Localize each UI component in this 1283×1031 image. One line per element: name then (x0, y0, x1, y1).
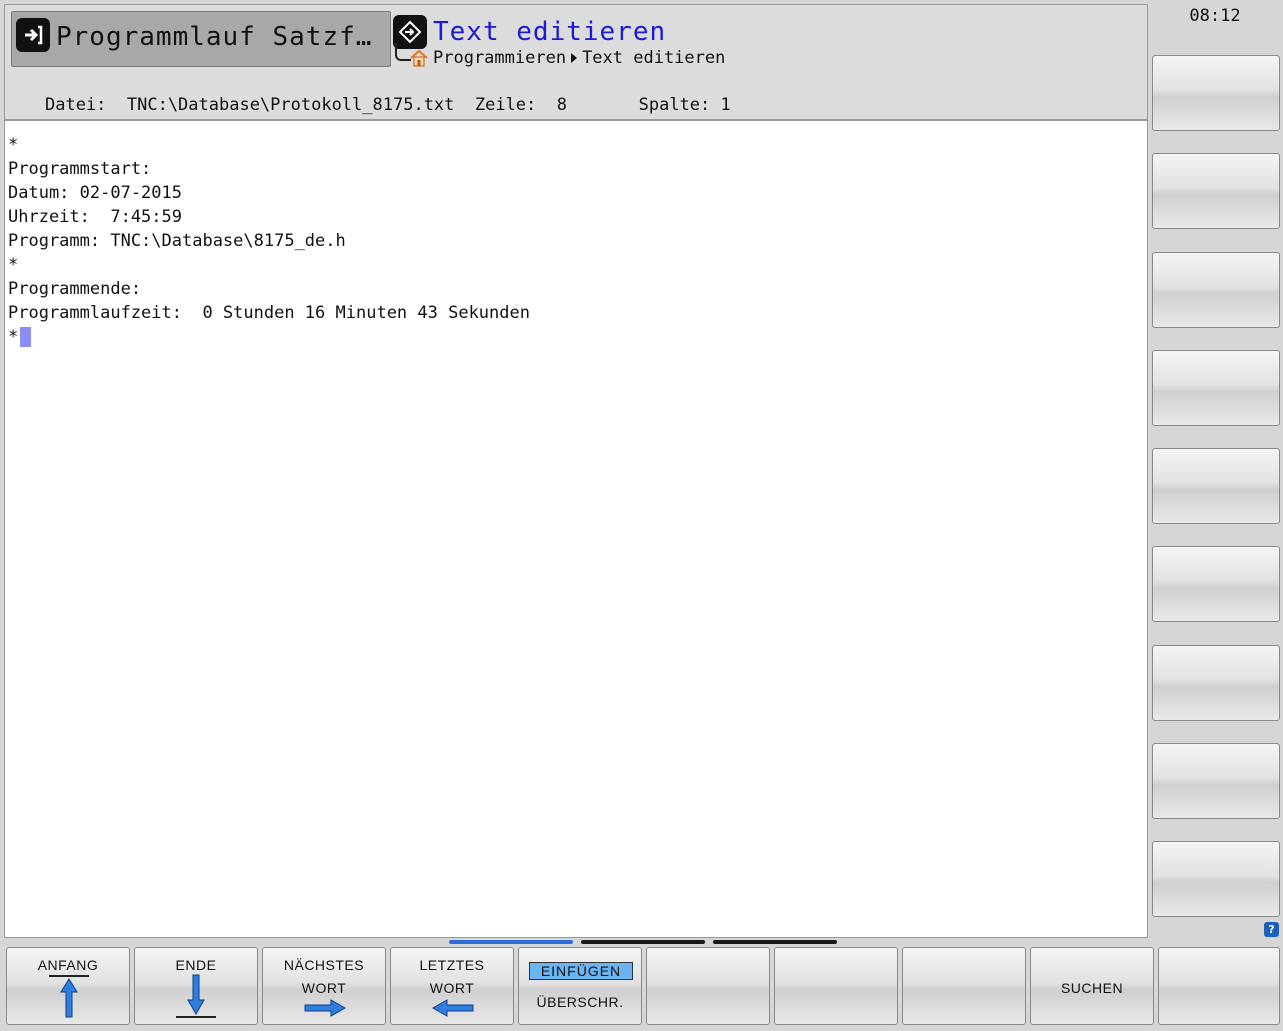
inactive-mode-tab[interactable]: Programmlauf Satzf… (11, 11, 391, 67)
editor-line[interactable]: * (8, 253, 530, 277)
softkey-empty-7[interactable] (774, 947, 898, 1025)
softkey-empty-10[interactable] (1158, 947, 1280, 1025)
arrow-right-icon (304, 999, 347, 1017)
breadcrumb-item-text-editieren: Text editieren (582, 48, 726, 68)
softkey-suchen[interactable]: SUCHEN (1030, 947, 1154, 1025)
vertical-softkey-9[interactable] (1152, 841, 1280, 917)
arrow-down-to-end-icon (176, 974, 216, 1018)
softkey-empty-6[interactable] (646, 947, 770, 1025)
clock: 08:12 (1189, 6, 1241, 26)
breadcrumb: Programmieren Text editieren (395, 43, 726, 69)
softkey-anfang[interactable]: ANFANG (6, 947, 130, 1025)
softkey-naechstes-label-2: WORT (301, 980, 347, 996)
vertical-softkey-7[interactable] (1152, 645, 1280, 721)
vertical-softkey-2[interactable] (1152, 153, 1280, 229)
breadcrumb-separator-icon (571, 53, 578, 63)
softkey-letztes-wort[interactable]: LETZTES WORT (390, 947, 514, 1025)
vertical-softkey-6[interactable] (1152, 546, 1280, 622)
vertical-softkey-3[interactable] (1152, 252, 1280, 328)
softkey-row-indicator-1[interactable] (449, 940, 573, 944)
vertical-softkey-8[interactable] (1152, 743, 1280, 819)
editor-line[interactable]: Uhrzeit: 7:45:59 (8, 205, 530, 229)
toggle-ueberschr: ÜBERSCHR. (536, 994, 624, 1010)
editor-line[interactable]: Programmstart: (8, 157, 530, 181)
text-editor[interactable]: * Programmstart: Datum: 02-07-2015 Uhrze… (4, 120, 1148, 938)
breadcrumb-connector (395, 43, 411, 61)
vertical-softkey-5[interactable] (1152, 448, 1280, 524)
softkey-empty-8[interactable] (902, 947, 1026, 1025)
header-bar: Programmlauf Satzf… Text editieren Progr… (4, 4, 1148, 120)
softkey-row-indicator-2[interactable] (581, 940, 705, 944)
softkey-letztes-label-2: WORT (429, 980, 475, 996)
program-run-icon (16, 18, 50, 52)
arrow-left-icon (431, 999, 474, 1017)
active-mode-title: Text editieren (433, 17, 667, 47)
softkey-letztes-label-1: LETZTES (419, 957, 485, 973)
arrow-up-to-start-icon (49, 975, 89, 1018)
softkey-ende-label: ENDE (175, 957, 217, 973)
editor-line[interactable]: * (8, 133, 530, 157)
editor-line[interactable]: Datum: 02-07-2015 (8, 181, 530, 205)
home-icon (410, 49, 428, 67)
inactive-mode-label: Programmlauf Satzf… (56, 22, 373, 52)
softkey-naechstes-wort[interactable]: NÄCHSTES WORT (262, 947, 386, 1025)
editor-line[interactable]: Programm: TNC:\Database\8175_de.h (8, 229, 530, 253)
editor-line[interactable]: Programmlaufzeit: 0 Stunden 16 Minuten 4… (8, 301, 530, 325)
text-cursor (20, 327, 32, 347)
breadcrumb-item-programmieren[interactable]: Programmieren (433, 48, 566, 68)
file-status-line: Datei: TNC:\Database\Protokoll_8175.txt … (45, 95, 731, 115)
softkey-row-indicator-3[interactable] (713, 940, 837, 944)
tnc-screen: Programmlauf Satzf… Text editieren Progr… (0, 0, 1283, 1031)
softkey-anfang-label: ANFANG (37, 957, 99, 973)
help-icon[interactable]: ? (1264, 922, 1279, 937)
softkey-naechstes-label-1: NÄCHSTES (283, 957, 365, 973)
editor-line[interactable]: * (8, 325, 530, 349)
vertical-softkey-4[interactable] (1152, 350, 1280, 426)
editor-lines: * Programmstart: Datum: 02-07-2015 Uhrze… (8, 133, 530, 349)
vertical-softkey-1[interactable] (1152, 55, 1280, 131)
softkey-ende[interactable]: ENDE (134, 947, 258, 1025)
active-mode-tab: Text editieren Programmieren Text editie… (393, 13, 1153, 69)
toggle-einfuegen-active: EINFÜGEN (529, 962, 633, 980)
softkey-suchen-label: SUCHEN (1060, 980, 1124, 996)
editor-line[interactable]: Programmende: (8, 277, 530, 301)
softkey-einfuegen-ueberschr[interactable]: EINFÜGEN ÜBERSCHR. (518, 947, 642, 1025)
